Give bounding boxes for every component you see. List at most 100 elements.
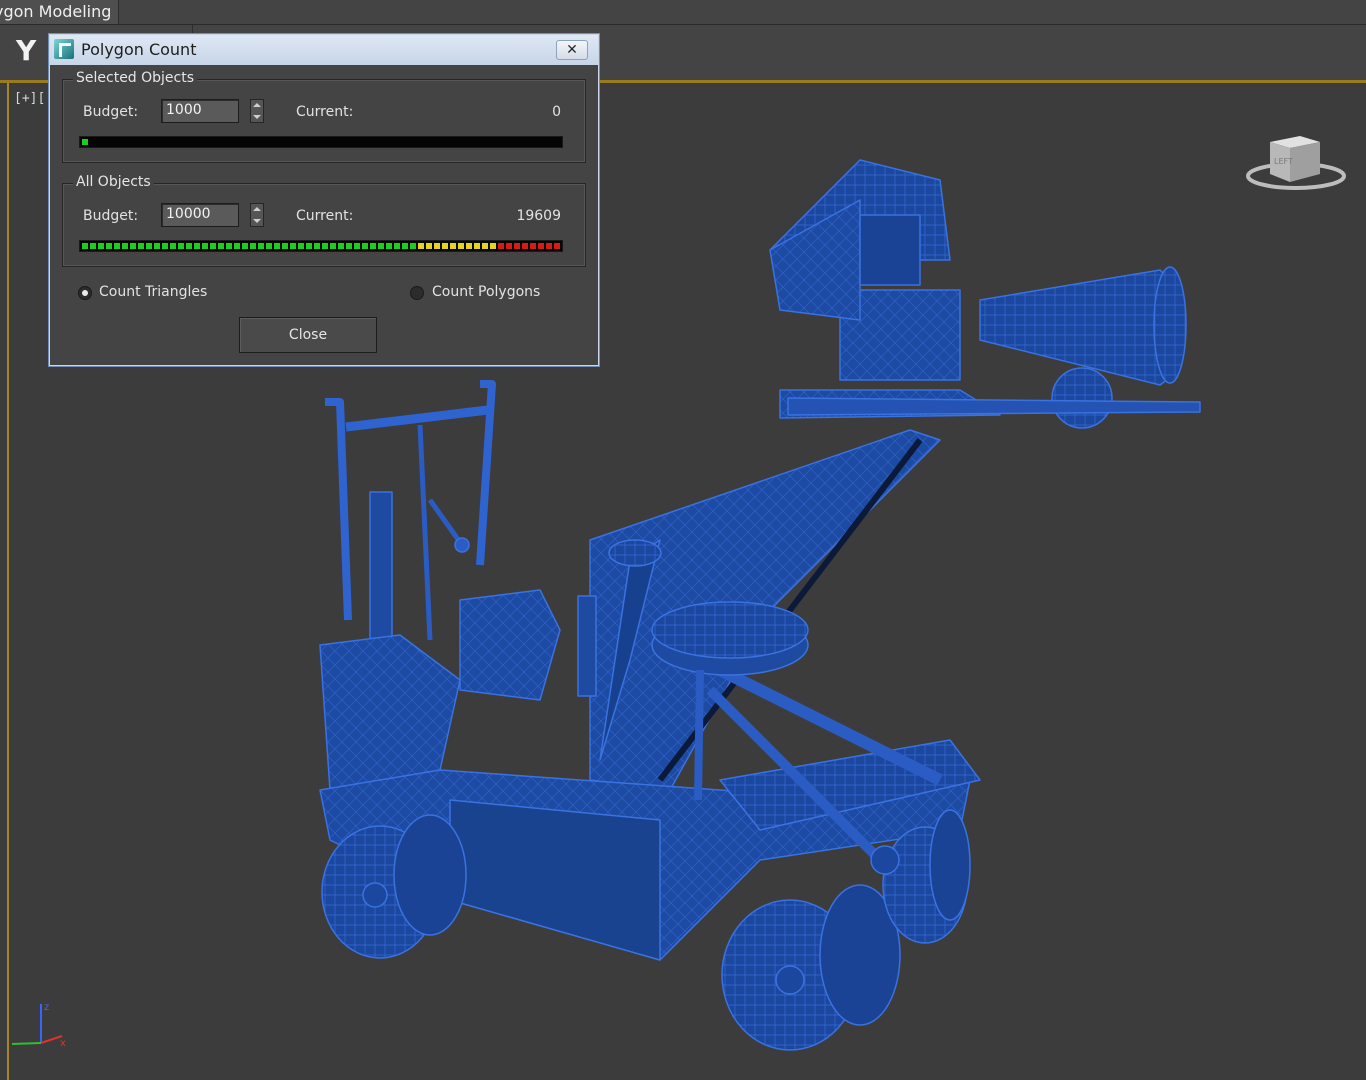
meter-segment <box>346 243 352 249</box>
count-polygons-label[interactable]: Count Polygons <box>432 284 540 300</box>
meter-segment <box>490 243 496 249</box>
meter-segment <box>418 243 424 249</box>
all-objects-group: All Objects Budget: 10000 Current: 19609 <box>62 174 586 267</box>
selected-current-value: 0 <box>552 104 561 120</box>
meter-segment <box>546 243 552 249</box>
meter-segment <box>498 243 504 249</box>
meter-segment <box>234 243 240 249</box>
all-budget-field[interactable]: 10000 <box>161 203 239 227</box>
close-icon[interactable]: ✕ <box>556 40 588 60</box>
selected-objects-label: Selected Objects <box>73 70 198 86</box>
meter-segment <box>514 243 520 249</box>
meter-segment <box>266 243 272 249</box>
meter-segment <box>138 243 144 249</box>
spinner-down-icon[interactable] <box>253 115 261 119</box>
meter-segment <box>106 243 112 249</box>
tab-polygon-modeling-label: ygon Modeling <box>0 2 112 21</box>
meter-segment <box>458 243 464 249</box>
meter-segment <box>274 243 280 249</box>
meter-segment <box>242 243 248 249</box>
all-budget-label: Budget: <box>83 208 139 224</box>
meter-segment <box>322 243 328 249</box>
y-constraint-icon[interactable]: Y <box>16 36 40 66</box>
selected-current-label: Current: <box>296 104 354 120</box>
close-button[interactable]: Close <box>239 317 377 353</box>
dialog-title: Polygon Count <box>81 40 197 59</box>
meter-segment <box>122 243 128 249</box>
meter-segment <box>482 243 488 249</box>
viewport-label-menu[interactable]: [+][ <box>14 91 45 106</box>
app-3dsmax-icon <box>54 39 74 59</box>
meter-segment <box>154 243 160 249</box>
meter-segment <box>362 243 368 249</box>
selected-budget-field[interactable]: 1000 <box>161 99 239 123</box>
meter-segment <box>82 243 88 249</box>
selected-budget-label: Budget: <box>83 104 139 120</box>
meter-segment <box>522 243 528 249</box>
viewcube-icon[interactable]: LEFT <box>1244 130 1348 194</box>
meter-segment <box>426 243 432 249</box>
all-budget-spinner[interactable] <box>250 203 264 227</box>
meter-segment <box>210 243 216 249</box>
all-objects-meter <box>79 240 563 252</box>
meter-segment <box>354 243 360 249</box>
meter-segment <box>450 243 456 249</box>
count-triangles-label[interactable]: Count Triangles <box>99 284 207 300</box>
viewcube-face-label: LEFT <box>1274 157 1293 166</box>
meter-segment <box>186 243 192 249</box>
meter-segment <box>394 243 400 249</box>
meter-segment <box>178 243 184 249</box>
meter-segment <box>290 243 296 249</box>
meter-segment <box>434 243 440 249</box>
meter-segment <box>538 243 544 249</box>
meter-segment <box>530 243 536 249</box>
all-current-label: Current: <box>296 208 354 224</box>
meter-segment <box>306 243 312 249</box>
meter-segment <box>402 243 408 249</box>
meter-segment <box>282 243 288 249</box>
meter-segment <box>162 243 168 249</box>
meter-segment <box>330 243 336 249</box>
all-current-value: 19609 <box>516 208 561 224</box>
meter-segment <box>146 243 152 249</box>
meter-segment <box>114 243 120 249</box>
tab-polygon-modeling[interactable]: ygon Modeling <box>0 0 120 24</box>
viewport-active-border <box>7 83 9 1080</box>
selected-budget-spinner[interactable] <box>250 99 264 123</box>
all-objects-label: All Objects <box>73 174 154 190</box>
meter-segment <box>386 243 392 249</box>
meter-segment <box>226 243 232 249</box>
meter-segment <box>90 243 96 249</box>
count-triangles-radio[interactable] <box>78 286 92 300</box>
meter-segment <box>506 243 512 249</box>
axis-z-label: z <box>44 1002 49 1013</box>
meter-segment <box>258 243 264 249</box>
spinner-up-icon[interactable] <box>253 103 261 107</box>
spinner-down-icon[interactable] <box>253 219 261 223</box>
axis-tripod-icon: z x <box>11 1002 66 1049</box>
meter-segment <box>250 243 256 249</box>
selected-objects-group: Selected Objects Budget: 1000 Current: 0 <box>62 70 586 163</box>
meter-segment <box>338 243 344 249</box>
meter-segment <box>378 243 384 249</box>
meter-segment <box>442 243 448 249</box>
meter-segment <box>98 243 104 249</box>
meter-segment <box>202 243 208 249</box>
meter-segment <box>218 243 224 249</box>
meter-segment <box>298 243 304 249</box>
meter-segment <box>410 243 416 249</box>
spinner-up-icon[interactable] <box>253 207 261 211</box>
meter-segment <box>554 243 560 249</box>
meter-segment <box>130 243 136 249</box>
meter-segment <box>314 243 320 249</box>
dialog-title-bar[interactable]: Polygon Count ✕ <box>50 35 598 65</box>
meter-segment <box>170 243 176 249</box>
polygon-count-dialog: Polygon Count ✕ Selected Objects Budget:… <box>49 34 599 366</box>
selected-objects-meter <box>79 136 563 148</box>
meter-segment <box>474 243 480 249</box>
count-polygons-radio[interactable] <box>410 286 424 300</box>
meter-segment <box>194 243 200 249</box>
meter-segment <box>466 243 472 249</box>
ribbon-tab-bar: ygon Modeling <box>0 0 1366 25</box>
meter-segment <box>82 139 88 145</box>
